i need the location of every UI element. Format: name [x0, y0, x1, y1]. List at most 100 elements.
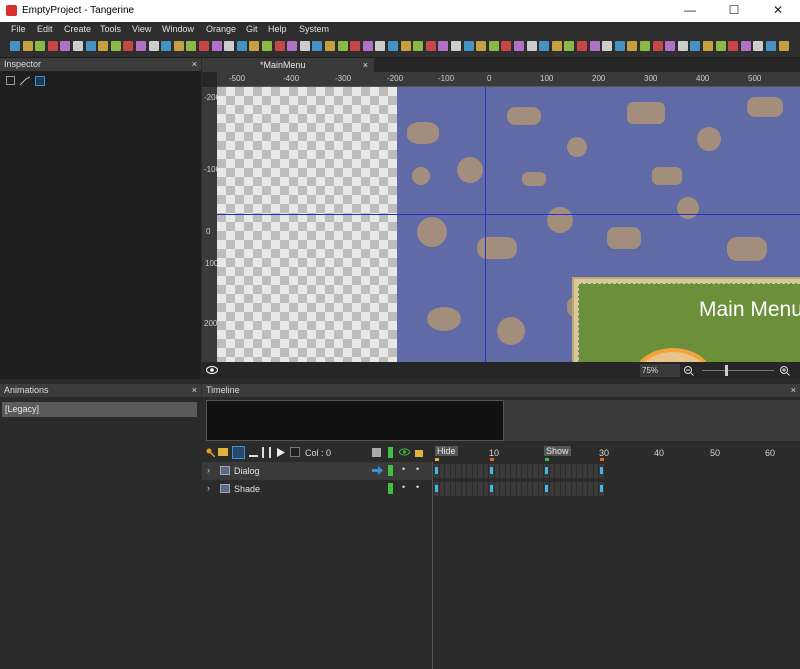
frame-icon[interactable] — [35, 76, 45, 86]
keyframe-cell[interactable] — [522, 482, 527, 496]
color-swatch[interactable] — [290, 447, 300, 457]
toolbar-tool-icon[interactable] — [161, 41, 172, 51]
keyframe-cell[interactable] — [522, 464, 527, 478]
keyframe-cell[interactable] — [478, 482, 483, 496]
eye-icon[interactable] — [206, 365, 218, 375]
menu-edit[interactable]: Edit — [37, 24, 53, 34]
toolbar-tool-icon[interactable] — [186, 41, 197, 51]
toolbar-tool-icon[interactable] — [274, 41, 285, 51]
keyframe-cell[interactable] — [511, 482, 516, 496]
toolbar-tool-icon[interactable] — [753, 41, 764, 51]
keyframe-cell[interactable] — [593, 482, 598, 496]
toolbar-tool-icon[interactable] — [589, 41, 600, 51]
keyframe-marker[interactable] — [600, 485, 603, 492]
keyframe-cell[interactable] — [439, 464, 444, 478]
toolbar-tool-icon[interactable] — [476, 41, 487, 51]
keyframe-cell[interactable] — [450, 464, 455, 478]
toolbar-tool-icon[interactable] — [10, 41, 20, 51]
toolbar-tool-icon[interactable] — [325, 41, 335, 51]
grid-toggle-icon[interactable] — [388, 465, 393, 476]
zoom-in-icon[interactable] — [779, 365, 790, 376]
keyframe-cell[interactable] — [483, 464, 488, 478]
toolbar-tool-icon[interactable] — [564, 41, 575, 51]
keyframe-marker[interactable] — [435, 485, 438, 492]
toolbar-tool-icon[interactable] — [715, 41, 726, 51]
toolbar-tool-icon[interactable] — [110, 41, 121, 51]
toolbar-tool-icon[interactable] — [362, 41, 373, 51]
expand-chevron-icon[interactable]: › — [207, 483, 210, 493]
menu-help[interactable]: Help — [268, 24, 287, 34]
keyframe-cell[interactable] — [461, 464, 466, 478]
toolbar-tool-icon[interactable] — [299, 41, 310, 51]
toolbar-tool-icon[interactable] — [501, 41, 512, 51]
main-menu-dialog[interactable]: Main Menu — [572, 277, 800, 362]
toolbar-tool-icon[interactable] — [35, 41, 46, 51]
menu-file[interactable]: File — [11, 24, 26, 34]
keyframe-cell[interactable] — [549, 464, 554, 478]
toolbar-tool-icon[interactable] — [148, 41, 159, 51]
keyframe-cell[interactable] — [560, 482, 565, 496]
toolbar-tool-icon[interactable] — [677, 41, 688, 51]
toolbar-tool-icon[interactable] — [123, 41, 134, 51]
keyframe-cell[interactable] — [588, 464, 593, 478]
keyframe-cell[interactable] — [439, 482, 444, 496]
close-icon[interactable]: × — [192, 58, 197, 71]
menu-git[interactable]: Git — [246, 24, 258, 34]
keyframe-cell[interactable] — [478, 464, 483, 478]
toolbar-tool-icon[interactable] — [388, 41, 398, 51]
keyframe-cell[interactable] — [560, 464, 565, 478]
keyframe-cell[interactable] — [571, 464, 576, 478]
maximize-button[interactable]: ☐ — [712, 0, 756, 22]
lock-dot[interactable]: • — [416, 464, 419, 474]
toolbar-tool-icon[interactable] — [463, 41, 474, 51]
curve-icon[interactable] — [20, 76, 30, 86]
zoom-out-icon[interactable] — [683, 365, 694, 376]
guide-vertical[interactable] — [485, 87, 486, 362]
toolbar-tool-icon[interactable] — [778, 41, 789, 51]
minimize-button[interactable]: — — [668, 0, 712, 22]
toolbar-tool-icon[interactable] — [514, 41, 524, 51]
menu-create[interactable]: Create — [64, 24, 91, 34]
zoom-slider-track[interactable] — [702, 370, 774, 371]
tab-close-icon[interactable]: × — [363, 58, 368, 72]
close-icon[interactable]: × — [791, 384, 796, 397]
toolbar-tool-icon[interactable] — [551, 41, 562, 51]
keyframe-cell[interactable] — [555, 464, 560, 478]
toolbar-tool-icon[interactable] — [47, 41, 58, 51]
toolbar-tool-icon[interactable] — [400, 41, 411, 51]
keyframe-cell[interactable] — [566, 482, 571, 496]
keyframe-marker[interactable] — [600, 467, 603, 474]
keyframe-cell[interactable] — [516, 482, 521, 496]
toolbar-tool-icon[interactable] — [85, 41, 96, 51]
zoom-slider-thumb[interactable] — [725, 365, 728, 376]
keyframe-cell[interactable] — [483, 482, 488, 496]
toolbar-tool-icon[interactable] — [337, 41, 348, 51]
grid-toggle-icon[interactable] — [388, 483, 393, 494]
keyframe-grid[interactable] — [434, 462, 800, 498]
toolbar-tool-icon[interactable] — [173, 41, 184, 51]
toolbar-tool-icon[interactable] — [350, 41, 361, 51]
keyframe-cell[interactable] — [533, 482, 538, 496]
toolbar-tool-icon[interactable] — [425, 41, 436, 51]
keyframe-cell[interactable] — [494, 464, 499, 478]
tab-mainmenu[interactable]: *MainMenu × — [202, 58, 374, 72]
keyframe-cell[interactable] — [516, 464, 521, 478]
toolbar-tool-icon[interactable] — [375, 41, 386, 51]
keyframe-cell[interactable] — [511, 464, 516, 478]
keyframe-cell[interactable] — [533, 464, 538, 478]
close-window-button[interactable]: ✕ — [756, 0, 800, 22]
timeline-overview[interactable] — [206, 400, 504, 441]
toolbar-tool-icon[interactable] — [312, 41, 323, 51]
lock-icon[interactable] — [415, 450, 423, 457]
keyframe-cell[interactable] — [582, 482, 587, 496]
keyframe-marker[interactable] — [490, 485, 493, 492]
toolbar-tool-icon[interactable] — [98, 41, 109, 51]
curve-editor-icon[interactable] — [232, 446, 245, 459]
keyframe-marker[interactable] — [490, 467, 493, 474]
toolbar-tool-icon[interactable] — [287, 41, 298, 51]
toolbar-tool-icon[interactable] — [249, 41, 260, 51]
menu-tools[interactable]: Tools — [100, 24, 121, 34]
toolbar-tool-icon[interactable] — [22, 41, 33, 51]
toolbar-tool-icon[interactable] — [451, 41, 461, 51]
keyframe-cell[interactable] — [582, 464, 587, 478]
